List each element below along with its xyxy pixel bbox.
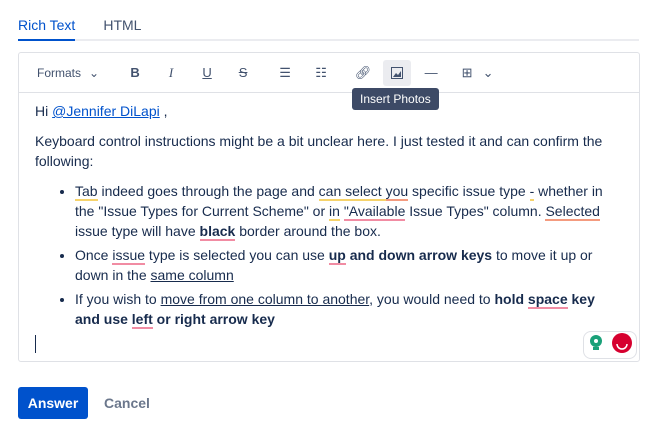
text: , you would need to xyxy=(369,291,495,307)
underline-icon[interactable]: U xyxy=(193,60,221,86)
list-item: Once issue type is selected you can use … xyxy=(75,245,623,285)
text: or right arrow key xyxy=(152,311,275,327)
user-mention[interactable]: @Jennifer DiLapi xyxy=(52,103,160,119)
text: Selected xyxy=(545,203,600,221)
italic-icon[interactable]: I xyxy=(157,60,185,86)
text: hold xyxy=(494,291,528,307)
text: indeed goes through the page and xyxy=(97,183,319,199)
tab-html[interactable]: HTML xyxy=(103,14,141,41)
chevron-down-icon: ⌄ xyxy=(89,65,100,80)
chevron-down-icon[interactable]: ⌄ xyxy=(481,60,495,86)
text: Hi xyxy=(35,103,53,119)
extension-badges xyxy=(583,331,637,359)
text: left xyxy=(131,311,153,329)
text: you xyxy=(385,183,409,201)
text: issue xyxy=(112,247,146,265)
text: can select xyxy=(318,183,386,201)
list-item: If you wish to move from one column to a… xyxy=(75,289,623,329)
cancel-button[interactable]: Cancel xyxy=(96,387,158,419)
bullet-list: Tab indeed goes through the page and can… xyxy=(35,181,623,329)
toolbar: Formats ⌄ B I U S ☰ ☷ 🔗︎ — ⊞ ⌄ Insert Pho… xyxy=(19,53,639,110)
text: Tab xyxy=(75,183,98,201)
numbered-list-icon[interactable]: ☷ xyxy=(307,60,335,86)
editor-content[interactable]: Hi @Jennifer DiLapi , Keyboard control i… xyxy=(19,93,639,341)
text: Once xyxy=(75,247,113,263)
text: in xyxy=(329,203,340,221)
greeting: Hi @Jennifer DiLapi , xyxy=(35,101,623,121)
bullet-list-icon[interactable]: ☰ xyxy=(271,60,299,86)
text: up xyxy=(328,247,346,265)
bold-icon[interactable]: B xyxy=(121,60,149,86)
text: black xyxy=(199,223,236,241)
tab-rich-text[interactable]: Rich Text xyxy=(18,14,76,41)
text: , xyxy=(159,103,168,119)
editor-tabs: Rich Text HTML xyxy=(18,14,639,41)
text: Issue Types" column. xyxy=(405,203,546,219)
lightbulb-icon[interactable] xyxy=(588,334,604,357)
text: border around the box. xyxy=(235,223,381,239)
text: "Available xyxy=(343,203,406,221)
text: If you wish to xyxy=(75,291,161,307)
tooltip: Insert Photos xyxy=(352,88,439,110)
text: and down arrow keys xyxy=(345,247,493,263)
text: specific issue type xyxy=(408,183,530,199)
insert-photo-icon[interactable] xyxy=(383,59,412,86)
formats-dropdown[interactable]: Formats ⌄ xyxy=(37,66,99,80)
formats-label: Formats xyxy=(37,65,82,80)
text: move from one column to another xyxy=(160,291,370,307)
strikethrough-icon[interactable]: S xyxy=(229,60,257,86)
grammarly-icon[interactable] xyxy=(611,332,633,359)
text: same column xyxy=(150,267,234,283)
list-item: Tab indeed goes through the page and can… xyxy=(75,181,623,241)
text: space xyxy=(527,291,568,309)
table-icon[interactable]: ⊞ xyxy=(453,60,481,86)
text: issue type will have xyxy=(75,223,200,239)
text-cursor xyxy=(35,335,36,353)
link-icon[interactable]: 🔗︎ xyxy=(349,60,377,86)
horizontal-rule-icon[interactable]: — xyxy=(417,60,445,86)
text: type is selected you can use xyxy=(145,247,329,263)
rich-text-editor[interactable]: Formats ⌄ B I U S ☰ ☷ 🔗︎ — ⊞ ⌄ Insert Pho… xyxy=(18,52,640,362)
intro-paragraph: Keyboard control instructions might be a… xyxy=(35,133,603,169)
answer-button[interactable]: Answer xyxy=(18,387,88,419)
